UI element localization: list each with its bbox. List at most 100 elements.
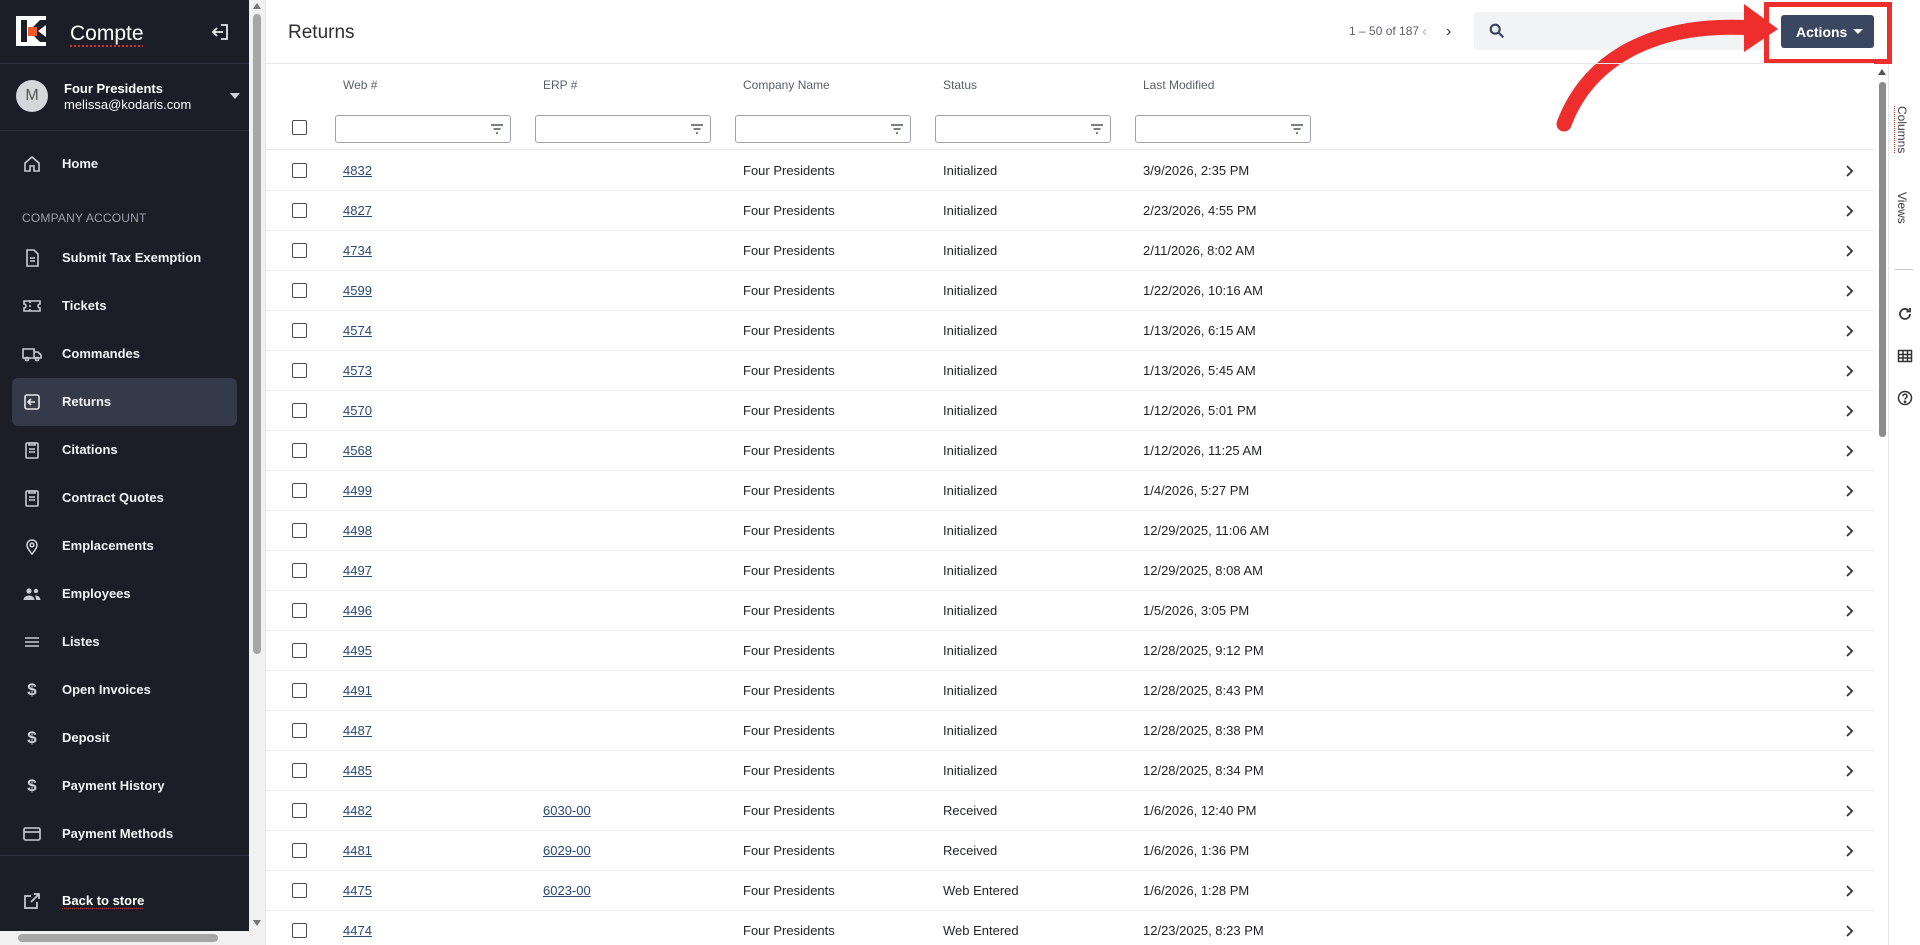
table-row[interactable]: 4496 Four Presidents Initialized 1/5/2026, … [266, 591, 1874, 631]
row-checkbox[interactable] [292, 843, 307, 858]
sidebar-item-deposit[interactable]: $ Deposit [12, 714, 237, 762]
kodaris-logo-icon[interactable] [16, 16, 46, 46]
table-row[interactable]: 4832 Four Presidents Initialized 3/9/2026, … [266, 151, 1874, 191]
chevron-right-icon[interactable] [1844, 924, 1856, 938]
row-checkbox[interactable] [292, 723, 307, 738]
web-number-link[interactable]: 4474 [343, 923, 372, 938]
row-checkbox[interactable] [292, 443, 307, 458]
erp-number-link[interactable]: 6023-00 [543, 883, 591, 898]
sidebar-item-home[interactable]: Home [12, 140, 237, 188]
chevron-right-icon[interactable] [1844, 804, 1856, 818]
row-checkbox[interactable] [292, 483, 307, 498]
table-row[interactable]: 4485 Four Presidents Initialized 12/28/2025… [266, 751, 1874, 791]
web-number-link[interactable]: 4481 [343, 843, 372, 858]
sidebar-item-employees[interactable]: Employees [12, 570, 237, 618]
sidebar-item-payment-history[interactable]: $ Payment History [12, 762, 237, 810]
chevron-right-icon[interactable] [1844, 284, 1856, 298]
row-checkbox[interactable] [292, 203, 307, 218]
tab-columns[interactable]: Columns [1895, 106, 1909, 153]
collapse-sidebar-icon[interactable] [210, 22, 230, 42]
sidebar-item-commandes[interactable]: Commandes [12, 330, 237, 378]
web-number-link[interactable]: 4573 [343, 363, 372, 378]
column-header-company-name[interactable]: Company Name [743, 78, 830, 92]
sidebar-item-listes[interactable]: Listes [12, 618, 237, 666]
scroll-up-arrow-icon[interactable] [253, 3, 261, 9]
erp-number-link[interactable]: 6030-00 [543, 803, 591, 818]
row-checkbox[interactable] [292, 603, 307, 618]
sidebar-horizontal-scrollbar[interactable] [0, 931, 249, 945]
chevron-right-icon[interactable] [1844, 524, 1856, 538]
table-row[interactable]: 4497 Four Presidents Initialized 12/29/2025… [266, 551, 1874, 591]
sidebar-scrollbar[interactable] [249, 0, 265, 945]
row-checkbox[interactable] [292, 323, 307, 338]
row-checkbox[interactable] [292, 403, 307, 418]
filter-status-input[interactable] [935, 115, 1111, 143]
account-switcher[interactable]: M Four Presidents melissa@kodaris.com [0, 65, 249, 131]
row-checkbox[interactable] [292, 283, 307, 298]
table-grid-icon[interactable] [1897, 348, 1913, 364]
refresh-icon[interactable] [1897, 306, 1913, 322]
chevron-right-icon[interactable] [1844, 764, 1856, 778]
filter-icon[interactable] [1290, 122, 1304, 136]
column-header-web[interactable]: Web # [343, 78, 377, 92]
chevron-right-icon[interactable] [1844, 884, 1856, 898]
chevron-right-icon[interactable] [1844, 204, 1856, 218]
filter-web-input[interactable] [335, 115, 511, 143]
web-number-link[interactable]: 4485 [343, 763, 372, 778]
chevron-right-icon[interactable] [1844, 444, 1856, 458]
web-number-link[interactable]: 4497 [343, 563, 372, 578]
table-row[interactable]: 4474 Four Presidents Web Entered 12/23/2025… [266, 911, 1874, 945]
web-number-link[interactable]: 4495 [343, 643, 372, 658]
chevron-right-icon[interactable] [1844, 724, 1856, 738]
chevron-right-icon[interactable] [1844, 644, 1856, 658]
web-number-link[interactable]: 4568 [343, 443, 372, 458]
chevron-right-icon[interactable] [1844, 244, 1856, 258]
table-row[interactable]: 4827 Four Presidents Initialized 2/23/2026,… [266, 191, 1874, 231]
table-row[interactable]: 4599 Four Presidents Initialized 1/22/2026,… [266, 271, 1874, 311]
sidebar-item-submit-tax-exemption[interactable]: Submit Tax Exemption [12, 234, 237, 282]
scrollbar-thumb[interactable] [1879, 82, 1886, 437]
scrollbar-thumb[interactable] [18, 934, 218, 942]
filter-icon[interactable] [690, 122, 704, 136]
web-number-link[interactable]: 4832 [343, 163, 372, 178]
row-checkbox[interactable] [292, 643, 307, 658]
row-checkbox[interactable] [292, 923, 307, 938]
filter-icon[interactable] [890, 122, 904, 136]
table-row[interactable]: 4568 Four Presidents Initialized 1/12/2026,… [266, 431, 1874, 471]
table-row[interactable]: 4573 Four Presidents Initialized 1/13/2026,… [266, 351, 1874, 391]
web-number-link[interactable]: 4734 [343, 243, 372, 258]
chevron-right-icon[interactable] [1844, 364, 1856, 378]
sidebar-item-payment-methods[interactable]: Payment Methods [12, 810, 237, 858]
table-row[interactable]: 4570 Four Presidents Initialized 1/12/2026,… [266, 391, 1874, 431]
chevron-right-icon[interactable] [1844, 164, 1856, 178]
scroll-down-arrow-icon[interactable] [253, 920, 261, 926]
web-number-link[interactable]: 4491 [343, 683, 372, 698]
web-number-link[interactable]: 4827 [343, 203, 372, 218]
table-row[interactable]: 4481 6029-00 Four Presidents Received 1/6/20… [266, 831, 1874, 871]
table-row[interactable]: 4482 6030-00 Four Presidents Received 1/6/20… [266, 791, 1874, 831]
table-row[interactable]: 4487 Four Presidents Initialized 12/28/2025… [266, 711, 1874, 751]
chevron-right-icon[interactable] [1844, 844, 1856, 858]
row-checkbox[interactable] [292, 563, 307, 578]
chevron-right-icon[interactable] [1844, 324, 1856, 338]
web-number-link[interactable]: 4482 [343, 803, 372, 818]
web-number-link[interactable]: 4570 [343, 403, 372, 418]
chevron-right-icon[interactable] [1844, 684, 1856, 698]
chevron-right-icon[interactable] [1844, 484, 1856, 498]
help-icon[interactable] [1897, 390, 1913, 406]
web-number-link[interactable]: 4496 [343, 603, 372, 618]
column-header-last-modified[interactable]: Last Modified [1143, 78, 1214, 92]
chevron-right-icon[interactable] [1844, 604, 1856, 618]
table-row[interactable]: 4495 Four Presidents Initialized 12/28/2025… [266, 631, 1874, 671]
web-number-link[interactable]: 4498 [343, 523, 372, 538]
chevron-right-icon[interactable] [1844, 564, 1856, 578]
filter-icon[interactable] [1090, 122, 1104, 136]
table-row[interactable]: 4498 Four Presidents Initialized 12/29/2025… [266, 511, 1874, 551]
erp-number-link[interactable]: 6029-00 [543, 843, 591, 858]
sidebar-item-tickets[interactable]: Tickets [12, 282, 237, 330]
filter-company-name-input[interactable] [735, 115, 911, 143]
column-header-status[interactable]: Status [943, 78, 977, 92]
scrollbar-thumb[interactable] [253, 14, 261, 654]
chevron-right-icon[interactable]: › [1446, 24, 1460, 40]
sidebar-item-open-invoices[interactable]: $ Open Invoices [12, 666, 237, 714]
